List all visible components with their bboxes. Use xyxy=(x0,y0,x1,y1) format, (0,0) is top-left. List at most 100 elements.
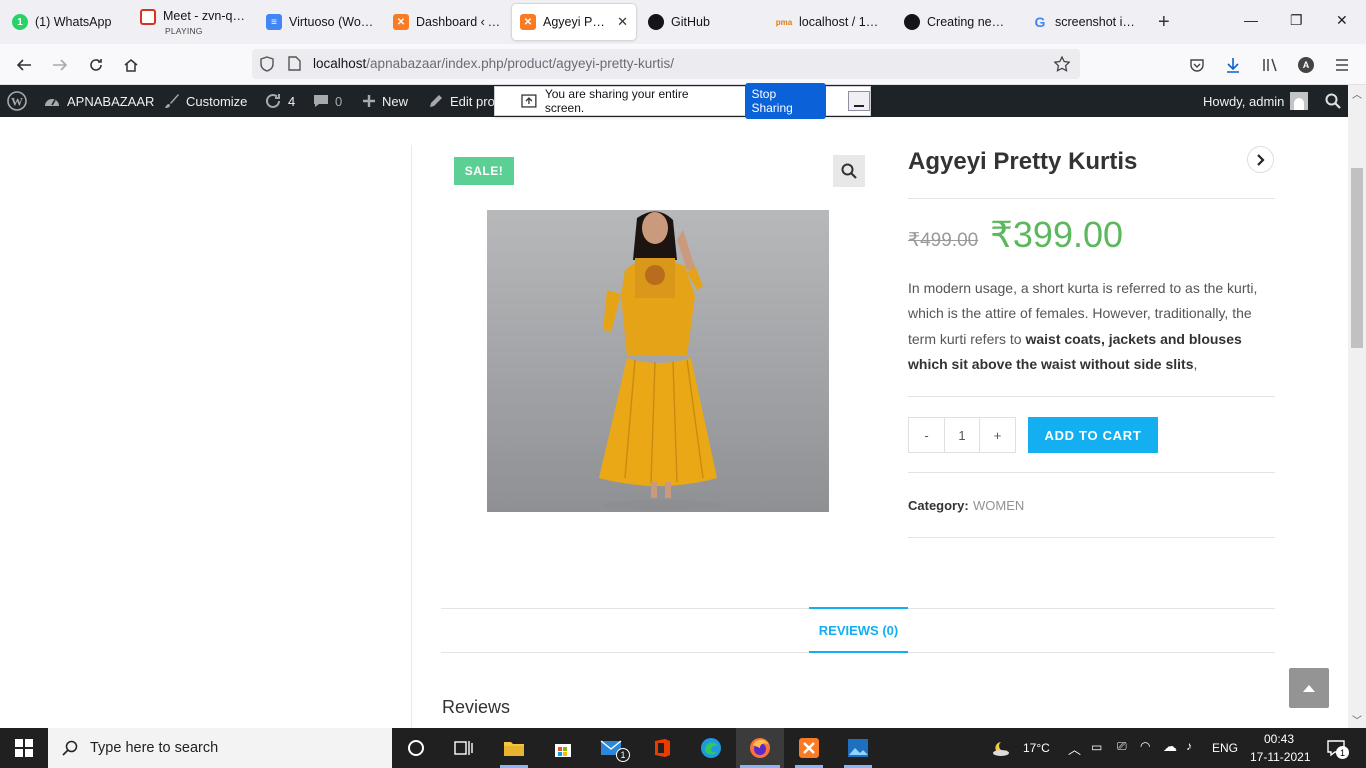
reviews-heading: Reviews xyxy=(442,697,511,717)
wp-new[interactable]: New xyxy=(362,85,408,117)
tab-phpmyadmin[interactable]: pma localhost / 127.0 xyxy=(768,4,892,40)
windows-taskbar: Type here to search 1 17°C ︿ ▭ ⎚ ◠ ☁ ♪ E xyxy=(0,728,1366,768)
clock-date[interactable]: 17-11-2021 xyxy=(1250,750,1311,764)
tab-virtuoso[interactable]: ≡ Virtuoso (Wordp xyxy=(258,4,382,40)
windows-start-icon[interactable] xyxy=(12,736,36,760)
restore-window-icon[interactable]: ❐ xyxy=(1290,12,1303,29)
tab-google-search[interactable]: G screenshot in la xyxy=(1024,4,1148,40)
file-explorer-icon[interactable] xyxy=(502,736,526,760)
address-bar[interactable]: localhost/apnabazaar/index.php/product/a… xyxy=(252,49,1080,79)
reload-icon[interactable] xyxy=(86,55,106,75)
cortana-icon[interactable] xyxy=(404,736,428,760)
next-product-button[interactable] xyxy=(1247,146,1274,173)
stop-sharing-button[interactable]: Stop Sharing xyxy=(745,83,827,119)
wifi-icon[interactable]: ◠ xyxy=(1140,739,1150,753)
quantity-increase-button[interactable]: + xyxy=(979,417,1016,453)
shield-icon[interactable] xyxy=(260,56,274,72)
close-tab-icon[interactable]: ✕ xyxy=(617,14,628,30)
divider xyxy=(908,537,1275,538)
onedrive-icon[interactable]: ☁ xyxy=(1163,738,1177,755)
mail-icon[interactable]: 1 xyxy=(600,736,630,762)
zoom-image-button[interactable] xyxy=(833,155,865,187)
firefox-icon[interactable] xyxy=(748,736,772,760)
divider xyxy=(908,396,1275,397)
wp-customize[interactable]: Customize xyxy=(164,85,247,117)
brush-icon xyxy=(165,94,179,108)
xampp-icon[interactable] xyxy=(797,736,821,760)
task-view-icon[interactable] xyxy=(452,736,476,760)
new-tab-button[interactable]: + xyxy=(1158,12,1170,32)
scrollbar-thumb[interactable] xyxy=(1351,168,1363,348)
close-window-icon[interactable]: ✕ xyxy=(1336,12,1348,29)
github-icon xyxy=(648,14,664,30)
taskbar-search-box[interactable]: Type here to search xyxy=(48,728,392,768)
quantity-input[interactable]: 1 xyxy=(944,417,980,453)
wp-account[interactable]: Howdy, admin xyxy=(1203,85,1309,117)
page-info-icon[interactable] xyxy=(288,56,301,71)
docs-icon: ≡ xyxy=(266,14,282,30)
wordpress-logo-icon[interactable]: W xyxy=(7,85,27,117)
library-icon[interactable] xyxy=(1260,55,1280,75)
tab-agyeyi-pretty[interactable]: ✕ Agyeyi Pretty ✕ xyxy=(512,4,636,40)
tab-whatsapp[interactable]: 1 (1) WhatsApp xyxy=(4,4,128,40)
product-image[interactable] xyxy=(487,210,829,512)
clock-time[interactable]: 00:43 xyxy=(1264,732,1294,746)
regular-price: ₹499.00 xyxy=(908,230,979,251)
tab-creating-file[interactable]: Creating new fil xyxy=(896,4,1020,40)
wp-search-icon[interactable] xyxy=(1325,85,1341,117)
pocket-icon[interactable] xyxy=(1187,55,1207,75)
notifications-icon[interactable]: 1 xyxy=(1324,736,1349,760)
edge-icon[interactable] xyxy=(699,736,723,760)
tab-dashboard[interactable]: ✕ Dashboard ‹ API xyxy=(385,4,509,40)
wp-edit-product[interactable]: Edit pro xyxy=(428,85,495,117)
scroll-up-icon[interactable]: ︿ xyxy=(1352,86,1362,101)
caret-up-icon xyxy=(1303,685,1315,692)
xampp-icon: ✕ xyxy=(520,14,536,30)
github-icon xyxy=(904,14,920,30)
divider xyxy=(908,198,1275,199)
language-indicator[interactable]: ENG xyxy=(1212,741,1238,755)
forward-icon[interactable] xyxy=(50,55,70,75)
phpmyadmin-icon: pma xyxy=(775,17,793,27)
account-avatar-icon[interactable]: A xyxy=(1296,55,1316,75)
url-text[interactable]: localhost/apnabazaar/index.php/product/a… xyxy=(313,56,674,71)
battery-icon[interactable]: ▭ xyxy=(1091,740,1102,754)
downloads-icon[interactable] xyxy=(1223,55,1243,75)
photos-icon[interactable] xyxy=(846,736,870,760)
menu-icon[interactable] xyxy=(1332,55,1352,75)
store-icon[interactable] xyxy=(551,736,575,760)
whatsapp-icon: 1 xyxy=(12,14,28,30)
volume-icon[interactable]: ♪ xyxy=(1186,739,1192,753)
wp-site-name[interactable]: APNABAZAAR xyxy=(43,85,154,117)
scroll-down-icon[interactable]: ﹀ xyxy=(1352,712,1362,727)
sale-badge: SALE! xyxy=(454,157,514,185)
content-divider xyxy=(411,145,412,728)
meet-icon xyxy=(140,9,156,25)
bookmark-star-icon[interactable] xyxy=(1054,56,1070,72)
office-icon[interactable] xyxy=(650,736,674,760)
tab-github[interactable]: GitHub xyxy=(640,4,764,40)
category-label: Category: xyxy=(908,498,969,513)
wp-updates[interactable]: 4 xyxy=(264,85,295,117)
plus-icon xyxy=(363,95,375,107)
tab-meet[interactable]: Meet - zvn-qarv PLAYING xyxy=(132,4,256,40)
category-link[interactable]: WOMEN xyxy=(973,498,1024,513)
minimize-window-icon[interactable]: — xyxy=(1244,12,1258,28)
minimize-banner-button[interactable] xyxy=(848,91,870,111)
wp-comments[interactable]: 0 xyxy=(313,85,342,117)
weather-icon[interactable] xyxy=(990,736,1014,760)
add-to-cart-button[interactable]: ADD TO CART xyxy=(1028,417,1158,453)
chevron-up-icon[interactable]: ︿ xyxy=(1068,739,1081,758)
comment-icon xyxy=(314,95,328,107)
search-icon xyxy=(62,740,78,756)
tab-reviews[interactable]: REVIEWS (0) xyxy=(809,607,908,653)
back-icon[interactable] xyxy=(14,55,34,75)
browser-tab-strip: 1 (1) WhatsApp Meet - zvn-qarv PLAYING ≡… xyxy=(0,0,1366,44)
xampp-icon: ✕ xyxy=(393,14,409,30)
usb-icon[interactable]: ⎚ xyxy=(1117,739,1127,754)
pencil-icon xyxy=(430,95,442,107)
home-icon[interactable] xyxy=(121,55,141,75)
temperature[interactable]: 17°C xyxy=(1023,741,1050,755)
back-to-top-button[interactable] xyxy=(1289,668,1329,708)
quantity-decrease-button[interactable]: - xyxy=(908,417,945,453)
